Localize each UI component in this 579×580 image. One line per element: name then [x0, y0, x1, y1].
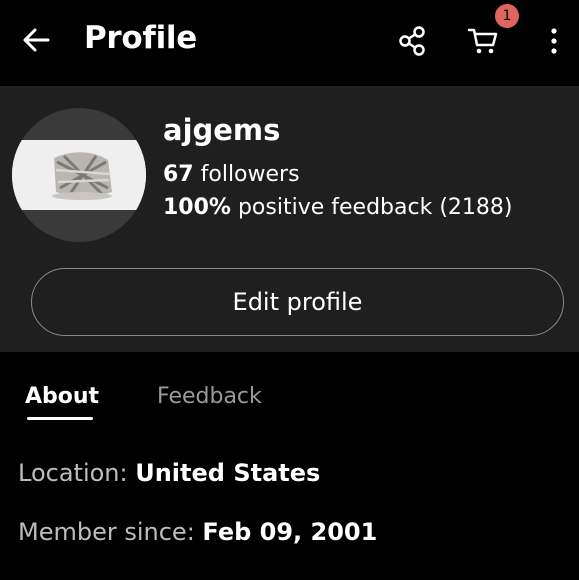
more-vert-icon[interactable]	[548, 26, 560, 56]
profile-header: ajgems 67 followers 100% positive feedba…	[0, 86, 579, 352]
positive-feedback: 100% positive feedback (2188)	[163, 195, 512, 220]
top-app-bar: Profile 1	[0, 0, 579, 86]
followers-number: 67	[163, 162, 194, 187]
tab-selected-indicator	[27, 417, 93, 420]
followers-count[interactable]: 67 followers	[163, 162, 300, 187]
avatar[interactable]	[12, 108, 146, 242]
back-arrow-icon[interactable]	[18, 24, 54, 56]
share-icon[interactable]	[396, 25, 428, 57]
edit-profile-button[interactable]: Edit profile	[31, 268, 564, 336]
member-since-value: Feb 09, 2001	[202, 518, 378, 546]
followers-label: followers	[200, 162, 300, 187]
location-label: Location:	[18, 459, 128, 487]
avatar-ring-image	[12, 140, 146, 210]
username: ajgems	[163, 113, 281, 147]
location-row: Location: United States	[18, 459, 320, 487]
cart-count-badge: 1	[495, 4, 519, 28]
feedback-percent: 100%	[163, 195, 231, 220]
member-since-row: Member since: Feb 09, 2001	[18, 518, 377, 546]
location-value: United States	[135, 459, 321, 487]
feedback-label: positive feedback	[237, 195, 433, 220]
feedback-count: (2188)	[439, 195, 513, 220]
page-title: Profile	[84, 20, 197, 56]
member-since-label: Member since:	[18, 518, 195, 546]
tab-feedback[interactable]: Feedback	[157, 384, 262, 409]
tab-about[interactable]: About	[25, 384, 99, 409]
cart-icon[interactable]	[466, 23, 500, 57]
